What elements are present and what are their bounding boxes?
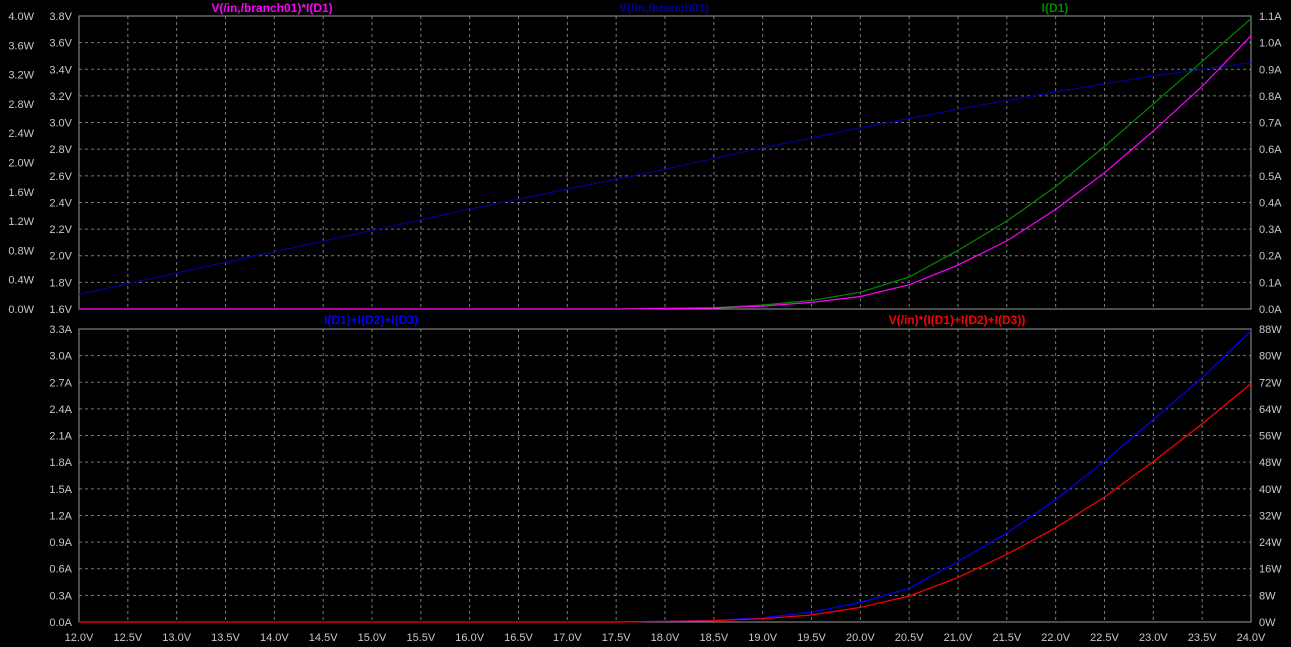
x-tick-label: 15.0V [358, 632, 387, 644]
x-tick-label: 14.0V [260, 632, 289, 644]
x-tick-label: 24.0V [1237, 632, 1266, 644]
tick-label: 56W [1259, 431, 1282, 443]
tick-label: 0.9A [1259, 64, 1282, 76]
bottom-title-total-current[interactable]: I(D1)+I(D2)+I(D3) [324, 313, 418, 327]
x-tick-label: 18.5V [699, 632, 728, 644]
tick-label: 72W [1259, 377, 1282, 389]
x-tick-label: 13.5V [211, 632, 240, 644]
x-tick-label: 13.0V [162, 632, 191, 644]
x-tick-label: 17.5V [602, 632, 631, 644]
tick-label: 3.8V [49, 11, 72, 23]
x-tick-label: 23.5V [1188, 632, 1217, 644]
tick-label: 80W [1259, 351, 1282, 363]
x-tick-label: 20.0V [846, 632, 875, 644]
x-tick-label: 16.0V [455, 632, 484, 644]
tick-label: 0.0A [1259, 304, 1282, 316]
tick-label: 3.2V [49, 91, 72, 103]
top-title-current-d1[interactable]: I(D1) [1042, 1, 1069, 15]
tick-label: 2.0V [49, 251, 72, 263]
plot-background [0, 0, 1291, 647]
tick-label: 3.4V [49, 64, 72, 76]
tick-label: 1.2W [8, 216, 34, 228]
tick-label: 64W [1259, 404, 1282, 416]
tick-label: 40W [1259, 484, 1282, 496]
tick-label: 0.2A [1259, 251, 1282, 263]
x-tick-label: 23.0V [1139, 632, 1168, 644]
tick-label: 0.7A [1259, 118, 1282, 130]
tick-label: 0.1A [1259, 277, 1282, 289]
tick-label: 16W [1259, 564, 1282, 576]
tick-label: 0.6A [49, 564, 72, 576]
tick-label: 0.3A [1259, 224, 1282, 236]
tick-label: 2.4W [8, 128, 34, 140]
tick-label: 2.7A [49, 377, 72, 389]
tick-label: 0.4A [1259, 197, 1282, 209]
tick-label: 24W [1259, 537, 1282, 549]
x-tick-label: 21.5V [992, 632, 1021, 644]
waveform-plot: 0.0W 0.4W 0.8W 1.2W 1.6W 2.0W 2.4W 2.8W 3.2W 3.6W… [0, 0, 1291, 647]
tick-label: 2.0W [8, 158, 34, 170]
tick-label: 32W [1259, 510, 1282, 522]
x-tick-label: 22.0V [1041, 632, 1070, 644]
x-tick-label: 17.0V [553, 632, 582, 644]
tick-label: 0.5A [1259, 171, 1282, 183]
tick-label: 0.0A [49, 617, 72, 629]
x-tick-label: 14.5V [309, 632, 338, 644]
tick-label: 3.0V [49, 118, 72, 130]
tick-label: 1.5A [49, 484, 72, 496]
tick-label: 2.2V [49, 224, 72, 236]
tick-label: 0.9A [49, 537, 72, 549]
x-tick-label: 16.5V [504, 632, 533, 644]
tick-label: 48W [1259, 457, 1282, 469]
x-tick-label: 18.0V [651, 632, 680, 644]
top-title-voltage-branch[interactable]: V(/in,/branch01) [619, 1, 709, 15]
tick-label: 0.8A [1259, 91, 1282, 103]
tick-label: 3.6V [49, 38, 72, 50]
tick-label: 3.2W [8, 70, 34, 82]
tick-label: 2.1A [49, 431, 72, 443]
tick-label: 1.0A [1259, 38, 1282, 50]
x-tick-label: 21.0V [944, 632, 973, 644]
tick-label: 3.0A [49, 351, 72, 363]
tick-label: 3.3A [49, 324, 72, 336]
tick-label: 88W [1259, 324, 1282, 336]
x-tick-label: 20.5V [895, 632, 924, 644]
tick-label: 1.6W [8, 187, 34, 199]
x-tick-label: 22.5V [1090, 632, 1119, 644]
tick-label: 1.2A [49, 510, 72, 522]
x-tick-label: 15.5V [406, 632, 435, 644]
x-tick-label: 12.5V [113, 632, 142, 644]
tick-label: 2.4V [49, 197, 72, 209]
tick-label: 0.8W [8, 245, 34, 257]
tick-label: 3.6W [8, 40, 34, 52]
tick-label: 1.8A [49, 457, 72, 469]
tick-label: 0.4W [8, 275, 34, 287]
tick-label: 2.8W [8, 99, 34, 111]
tick-label: 4.0W [8, 11, 34, 23]
tick-label: 1.1A [1259, 11, 1282, 23]
tick-label: 0.6A [1259, 144, 1282, 156]
tick-label: 0W [1259, 617, 1276, 629]
tick-label: 0.0W [8, 304, 34, 316]
x-tick-label: 12.0V [65, 632, 94, 644]
tick-label: 8W [1259, 590, 1276, 602]
bottom-title-total-power[interactable]: V(/in)*(I(D1)+I(D2)+I(D3)) [889, 313, 1026, 327]
tick-label: 2.4A [49, 404, 72, 416]
x-tick-label: 19.5V [797, 632, 826, 644]
tick-label: 1.6V [49, 304, 72, 316]
tick-label: 1.8V [49, 277, 72, 289]
tick-label: 2.6V [49, 171, 72, 183]
tick-label: 0.3A [49, 590, 72, 602]
top-title-power-d1[interactable]: V(/in,/branch01)*I(D1) [211, 1, 332, 15]
x-tick-label: 19.0V [748, 632, 777, 644]
tick-label: 2.8V [49, 144, 72, 156]
